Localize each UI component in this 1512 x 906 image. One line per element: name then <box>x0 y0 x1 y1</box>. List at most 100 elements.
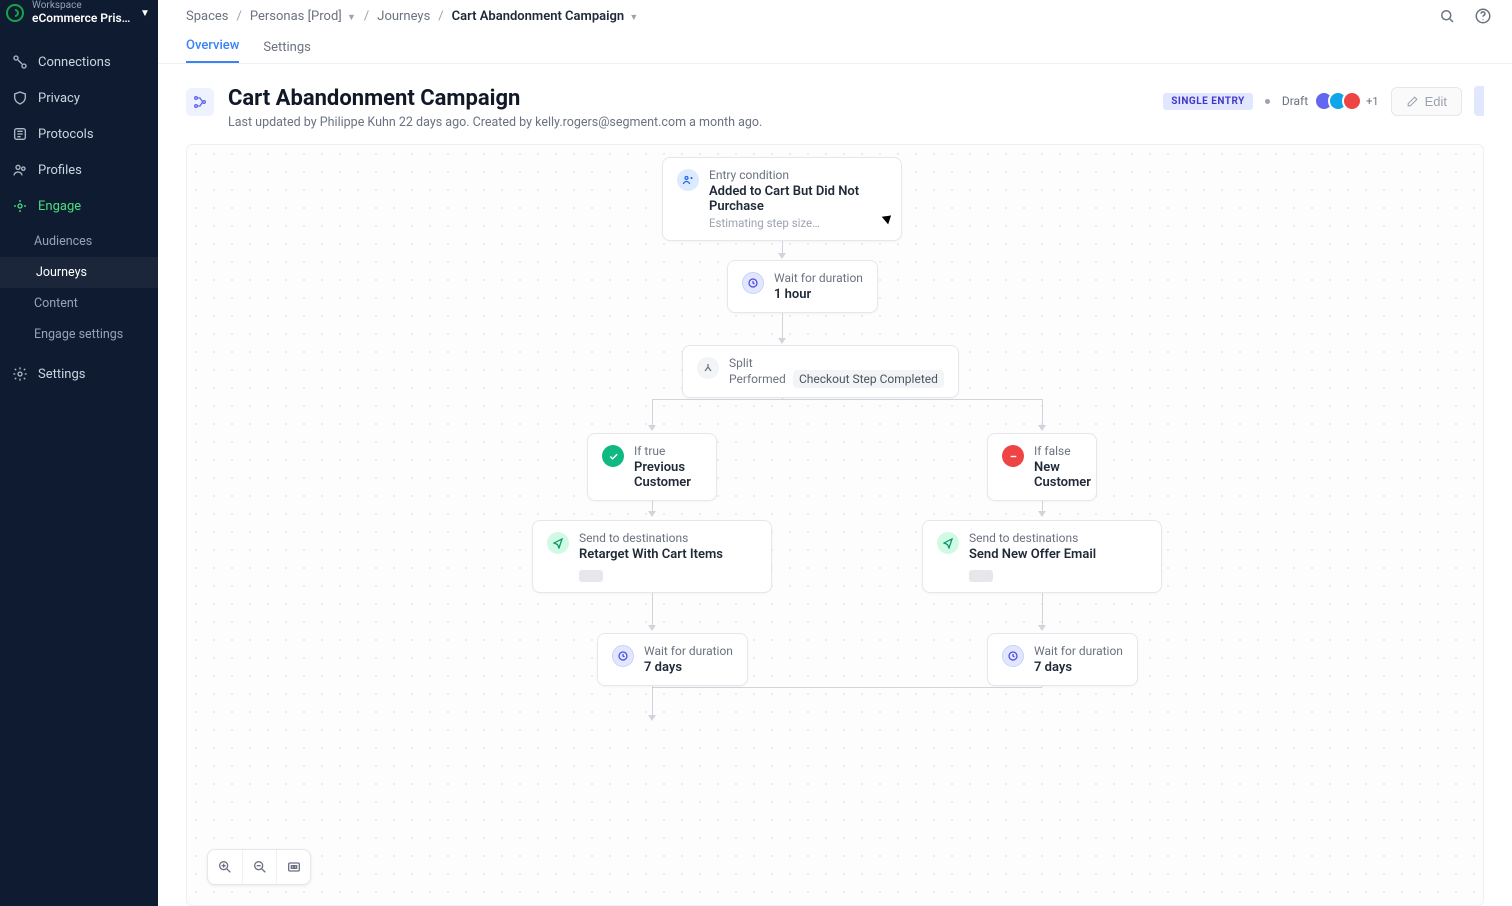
node-dest-retarget[interactable]: Send to destinations Retarget With Cart … <box>532 520 772 593</box>
node-wait-1h[interactable]: Wait for duration 1 hour <box>727 260 878 313</box>
nav-privacy[interactable]: Privacy <box>0 80 158 116</box>
arrow-icon <box>648 511 656 517</box>
connector <box>652 687 653 717</box>
crumb-sep: / <box>237 9 242 24</box>
subnav-engage-settings[interactable]: Engage settings <box>0 319 158 350</box>
arrow-icon <box>648 715 656 721</box>
nav-engage[interactable]: Engage <box>0 188 158 224</box>
nav-profiles[interactable]: Profiles <box>0 152 158 188</box>
tab-settings[interactable]: Settings <box>263 40 310 63</box>
arrow-icon <box>778 253 786 259</box>
destination-chip <box>579 570 603 582</box>
node-label: Wait for duration <box>644 644 733 658</box>
arrow-icon <box>1038 625 1046 631</box>
caret-down-icon: ▼ <box>140 8 150 19</box>
pencil-icon <box>1406 95 1419 108</box>
arrow-icon <box>1038 511 1046 517</box>
nav-settings[interactable]: Settings <box>0 356 158 392</box>
avatar-more: +1 <box>1366 95 1378 108</box>
shield-icon <box>12 90 28 106</box>
nav-label: Protocols <box>38 127 94 142</box>
sidebar: Workspace eCommerce Pristi… ▼ Connection… <box>0 0 158 906</box>
entry-icon <box>677 169 699 191</box>
subnav-journeys[interactable]: Journeys <box>0 257 158 288</box>
tab-overview[interactable]: Overview <box>186 38 239 63</box>
connector <box>652 587 653 627</box>
main: Spaces / Personas [Prod] ▼ / Journeys / … <box>158 0 1512 906</box>
crumb-current[interactable]: Cart Abandonment Campaign ▼ <box>452 9 639 24</box>
arrow-icon <box>648 625 656 631</box>
node-dest-new-offer[interactable]: Send to destinations Send New Offer Emai… <box>922 520 1162 593</box>
page-title: Cart Abandonment Campaign <box>228 86 1149 111</box>
subnav-audiences[interactable]: Audiences <box>0 226 158 257</box>
clock-icon <box>742 272 764 294</box>
crumb-spaces[interactable]: Spaces <box>186 9 229 24</box>
nav-label: Connections <box>38 55 111 70</box>
journey-header: Cart Abandonment Campaign Last updated b… <box>158 64 1512 144</box>
fit-view-button[interactable] <box>276 850 310 884</box>
node-label: Entry condition <box>709 168 887 182</box>
send-icon <box>937 532 959 554</box>
avatar <box>1342 91 1362 111</box>
crumb-sep: / <box>438 9 443 24</box>
edit-button[interactable]: Edit <box>1391 87 1462 116</box>
primary-nav: Connections Privacy Protocols Profiles E… <box>0 30 158 392</box>
crumb-sep: / <box>364 9 369 24</box>
connector <box>1042 587 1043 627</box>
engage-subnav: Audiences Journeys Content Engage settin… <box>0 224 158 356</box>
subnav-content[interactable]: Content <box>0 288 158 319</box>
journey-icon <box>186 88 214 116</box>
collaborator-avatars[interactable]: +1 <box>1320 91 1378 111</box>
zoom-in-button[interactable] <box>208 850 242 884</box>
connector <box>652 687 1042 688</box>
send-icon <box>547 532 569 554</box>
status-label: Draft <box>1282 94 1308 108</box>
zoom-out-button[interactable] <box>242 850 276 884</box>
nav-protocols[interactable]: Protocols <box>0 116 158 152</box>
node-branch-true[interactable]: If true Previous Customer <box>587 433 717 501</box>
connector <box>652 399 653 427</box>
workspace-switcher[interactable]: Workspace eCommerce Pristi… ▼ <box>0 0 158 30</box>
node-wait-7d-left[interactable]: Wait for duration 7 days <box>597 633 748 686</box>
profiles-icon <box>12 162 28 178</box>
split-icon <box>697 357 719 379</box>
crumb-personas[interactable]: Personas [Prod] ▼ <box>250 9 356 24</box>
segment-logo-icon <box>6 4 24 22</box>
crumb-journeys[interactable]: Journeys <box>377 9 430 24</box>
node-title: Added to Cart But Did Not Purchase <box>709 184 887 214</box>
clock-icon <box>1002 645 1024 667</box>
node-title: 7 days <box>644 660 733 675</box>
breadcrumb-bar: Spaces / Personas [Prod] ▼ / Journeys / … <box>158 0 1512 32</box>
nav-label: Engage <box>38 199 81 214</box>
search-icon[interactable] <box>1438 7 1456 25</box>
connections-icon <box>12 54 28 70</box>
node-label: If false <box>1034 444 1091 458</box>
node-wait-7d-right[interactable]: Wait for duration 7 days <box>987 633 1138 686</box>
gear-icon <box>12 366 28 382</box>
help-icon[interactable] <box>1474 7 1492 25</box>
journey-canvas[interactable]: Entry condition Added to Cart But Did No… <box>186 144 1484 906</box>
node-title: Retarget With Cart Items <box>579 547 723 562</box>
arrow-icon <box>1038 425 1046 431</box>
node-title: 7 days <box>1034 660 1123 675</box>
node-branch-false[interactable]: If false New Customer <box>987 433 1097 501</box>
primary-action-stub[interactable] <box>1474 86 1484 116</box>
page-tabs: Overview Settings <box>158 32 1512 64</box>
node-entry-condition[interactable]: Entry condition Added to Cart But Did No… <box>662 157 902 241</box>
arrow-icon <box>778 338 786 344</box>
node-title: 1 hour <box>774 287 863 302</box>
node-split[interactable]: Split Performed Checkout Step Completed <box>682 345 959 398</box>
workspace-label: Workspace <box>32 0 132 12</box>
node-label: Send to destinations <box>969 531 1096 545</box>
nav-connections[interactable]: Connections <box>0 44 158 80</box>
check-icon <box>602 445 624 467</box>
arrow-icon <box>648 425 656 431</box>
node-sub: Estimating step size… <box>709 216 887 230</box>
engage-icon <box>12 198 28 214</box>
workspace-name: eCommerce Pristi… <box>32 12 132 26</box>
connector <box>1042 399 1043 427</box>
canvas-controls <box>207 849 311 885</box>
node-label: Send to destinations <box>579 531 723 545</box>
protocols-icon <box>12 126 28 142</box>
node-label: Wait for duration <box>1034 644 1123 658</box>
